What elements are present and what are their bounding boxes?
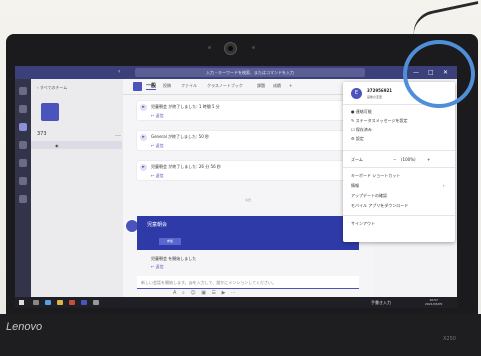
tray-label[interactable]: 手書き入力 [371,300,391,306]
model-label: X250 [443,336,456,342]
reply-link[interactable]: ↩ 返信 [151,143,164,149]
search-icon[interactable] [33,300,39,305]
all-teams-link[interactable]: ‹ すべてのチーム [37,85,67,91]
chevron-right-icon: › [443,183,445,188]
zoom-out-button[interactable]: − [393,157,396,162]
team-name[interactable]: 373 [37,131,47,137]
office-icon[interactable] [69,300,75,305]
title-bar: ‹ 入力・キーワードを検索、またはコマンドを入力 — □ ✕ [15,66,457,79]
channel-item-general[interactable]: ◉ [31,141,122,149]
message-text: 児童朝会 が終了しました: 1 時間 5 分 [151,104,220,109]
taskbar: 手書き入力 16:57 2021/03/05 [15,297,457,308]
teams-panel: ‹ すべてのチーム 373 … ◉ [31,79,124,297]
app-icon[interactable] [93,300,99,305]
divider [343,150,455,151]
compose-box[interactable]: 新しい会話を開始します。@を入力して、誰かにメンションしてください。 [137,276,359,289]
avatar: E [351,88,362,99]
list-item: ▸ 児童朝会 が終了しました: 1 時間 5 分 ↩ 返信 [137,101,359,120]
files-icon[interactable] [19,195,27,203]
tab-grades[interactable]: 成績 [273,83,281,89]
more-options-icon[interactable]: … [115,131,121,138]
tab-class-notebook[interactable]: クラスノートブック [207,83,243,89]
edge-icon[interactable] [45,300,51,305]
meeting-card-footer: 児童朝会 を開始しました ↩ 返信 [137,254,359,270]
webcam [224,42,237,55]
assignments-icon[interactable] [19,141,27,149]
join-button[interactable]: 参加 [159,238,181,245]
add-tab-button[interactable]: + [289,83,292,88]
teams-icon[interactable] [19,123,27,131]
compose-placeholder: 新しい会話を開始します。@を入力して、誰かにメンションしてください。 [141,280,277,285]
folder-icon[interactable] [57,300,63,305]
calendar-icon[interactable] [19,159,27,167]
list-item: ▸ 児童朝会 が終了しました: 26 分 56 秒 ↩ 返信 [137,161,359,180]
clock[interactable]: 16:57 2021/03/05 [425,298,442,306]
tab-files[interactable]: ファイル [181,83,197,89]
menu-item-saved[interactable]: ☐ 保存済み [351,127,372,133]
channel-title: 一般 [146,83,157,90]
menu-item-available[interactable]: ● 連絡可能 [351,109,372,115]
clock-date: 2021/03/05 [425,302,443,306]
meeting-title: 児童朝会 [147,222,168,228]
calls-icon[interactable] [19,177,27,185]
chat-icon[interactable] [19,105,27,113]
app-rail [15,79,31,297]
reply-link[interactable]: ↩ 返信 [151,113,164,119]
laptop-base [0,314,481,356]
annotation-circle [403,40,475,108]
reply-link[interactable]: ↩ 返信 [151,173,164,179]
zoom-in-button[interactable]: + [427,157,430,162]
back-arrow-icon[interactable]: ‹ [118,68,120,75]
zoom-value: (100%) [401,157,416,162]
user-name: 372956921 [367,88,393,93]
menu-item-status-message[interactable]: ✎ ステータスメッセージを設定 [351,118,408,124]
team-avatar [41,103,59,121]
webcam-indicator [208,46,211,49]
date-separator: 今日 [244,198,251,202]
channel-view: 一般 投稿 ファイル クラスノートブック 課題 成績 + ▸ 児童朝会 が終了し… [123,79,373,297]
channel-avatar [133,82,142,91]
menu-item-shortcuts[interactable]: キーボード ショートカット [351,173,400,179]
meeting-started-text: 児童朝会 を開始しました [151,256,197,261]
menu-item-mobile-app[interactable]: モバイル アプリをダウンロード [351,203,408,209]
teams-taskbar-icon[interactable] [81,300,87,305]
zoom-label: ズーム [351,157,363,162]
tab-posts[interactable]: 投稿 [163,83,171,89]
divider [343,167,455,168]
message-text: 児童朝会 が終了しました: 26 分 56 秒 [151,164,221,169]
menu-item-check-updates[interactable]: アップデートの確認 [351,193,387,199]
webcam-mic [252,46,255,49]
tab-assignments[interactable]: 課題 [257,83,265,89]
meeting-card: 児童朝会 参加 [137,216,359,250]
menu-item-settings[interactable]: ⚙ 設定 [351,136,364,142]
start-icon[interactable] [19,300,24,305]
meeting-icon: ▸ [140,104,147,111]
hidden-channel-icon: ◉ [55,143,59,148]
meeting-icon: ▸ [140,134,147,141]
zoom-control: ズーム − (100%) + [351,157,451,163]
brand-logo: Lenovo [6,321,43,333]
message-text: General が終了しました: 50 秒 [151,134,210,139]
search-input[interactable]: 入力・キーワードを検索、またはコマンドを入力 [135,68,365,77]
reply-link[interactable]: ↩ 返信 [151,264,164,270]
menu-item-about[interactable]: 情報 [351,183,359,189]
format-toolbar[interactable]: A ⌕ ☺ ▣ ☰ ▶ ⋯ [173,290,238,296]
channel-header: 一般 投稿 ファイル クラスノートブック 課題 成績 + [123,79,373,95]
screen: ‹ 入力・キーワードを検索、またはコマンドを入力 — □ ✕ ‹ すべてのチーム… [15,66,457,308]
activity-icon[interactable] [19,87,27,95]
change-picture-link[interactable]: 画像の変更 [367,95,382,99]
divider [343,215,455,216]
list-item: ▸ General が終了しました: 50 秒 ↩ 返信 [137,131,359,150]
sign-out-button[interactable]: サインアウト [351,221,375,227]
meeting-icon: ▸ [140,164,147,171]
